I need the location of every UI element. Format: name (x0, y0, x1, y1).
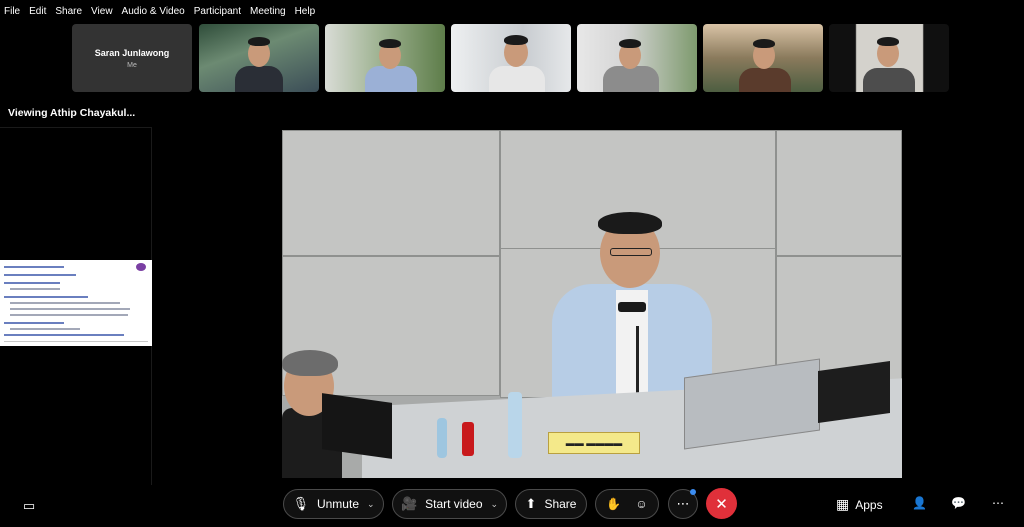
participant-tile-5[interactable] (577, 24, 697, 92)
participant-video (735, 34, 795, 92)
participant-video (859, 34, 919, 92)
share-icon: ⬆ (525, 496, 537, 511)
menu-audio-video[interactable]: Audio & Video (122, 6, 185, 17)
chevron-down-icon[interactable]: ⌄ (367, 499, 375, 510)
overflow-menu-button[interactable]: ⋯ (992, 496, 1004, 510)
participant-tile-3[interactable] (325, 24, 445, 92)
share-label: Share (544, 497, 577, 511)
share-button[interactable]: ⬆ Share (515, 489, 587, 519)
chat-button[interactable]: 💬 (951, 496, 966, 510)
raise-hand-icon[interactable]: ✋ (606, 497, 621, 511)
speaker-nameplate: ▬▬ ▬▬▬▬ (548, 432, 640, 454)
menu-help[interactable]: Help (295, 6, 316, 17)
menu-meeting[interactable]: Meeting (250, 6, 286, 17)
start-video-button[interactable]: 🎥 Start video ⌄ (392, 489, 507, 519)
captions-button[interactable]: ▭ (14, 491, 44, 521)
participant-self-label: Me (127, 61, 137, 69)
participant-tile-2[interactable] (199, 24, 319, 92)
participant-tile-6[interactable] (703, 24, 823, 92)
unmute-label: Unmute (316, 497, 359, 511)
participant-video (361, 34, 421, 92)
captions-icon: ▭ (22, 498, 36, 513)
more-icon: ⋯ (992, 496, 1004, 510)
participant-tile-4[interactable] (451, 24, 571, 92)
end-call-button[interactable]: ✕ (706, 488, 737, 519)
hand-reactions-group: ✋ ☺ (595, 489, 659, 519)
menu-file[interactable]: File (4, 6, 20, 17)
menu-edit[interactable]: Edit (29, 6, 46, 17)
chevron-down-icon[interactable]: ⌄ (491, 499, 499, 510)
apps-label: Apps (855, 497, 883, 512)
mic-muted-icon: 🎙 (292, 496, 309, 511)
menu-view[interactable]: View (91, 6, 113, 17)
participants-button[interactable]: 👤 (912, 496, 927, 510)
active-speaker-video: ▬▬ ▬▬▬▬ (282, 130, 902, 478)
video-off-icon: 🎥 (400, 496, 418, 511)
apps-button[interactable]: ▦ Apps (836, 496, 883, 513)
notification-dot (690, 489, 696, 495)
participant-tile-7[interactable] (829, 24, 949, 92)
more-icon: ⋯ (676, 496, 690, 511)
unmute-button[interactable]: 🎙 Unmute ⌄ (283, 489, 384, 519)
chat-icon: 💬 (951, 496, 966, 510)
apps-icon: ▦ (836, 496, 850, 512)
participant-tile-self[interactable]: Saran Junlawong Me (72, 24, 192, 92)
participant-video (487, 32, 547, 92)
participant-name: Saran Junlawong (94, 47, 170, 58)
reactions-icon[interactable]: ☺ (635, 497, 647, 511)
participant-video (601, 36, 661, 92)
slide-logo (136, 263, 146, 271)
close-icon: ✕ (715, 495, 728, 513)
start-video-label: Start video (425, 497, 483, 511)
viewing-label: Viewing Athip Chayakul... (8, 107, 136, 119)
shared-slide-thumbnail[interactable] (0, 260, 152, 346)
tablet (818, 360, 890, 424)
menu-bar: File Edit Share View Audio & Video Parti… (0, 0, 324, 22)
participant-video (229, 34, 289, 92)
menu-share[interactable]: Share (55, 6, 82, 17)
menu-participant[interactable]: Participant (194, 6, 241, 17)
participants-icon: 👤 (912, 496, 927, 510)
